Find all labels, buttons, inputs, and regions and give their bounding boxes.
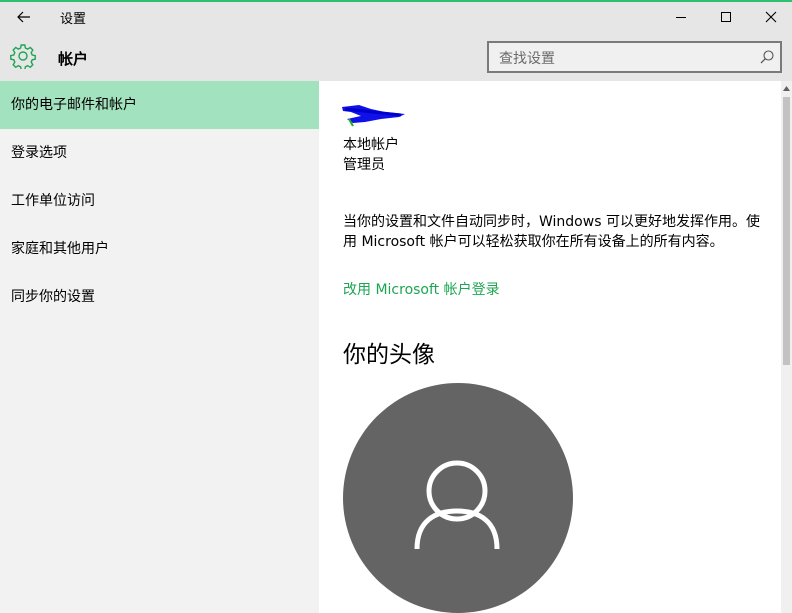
microsoft-signin-link[interactable]: 改用 Microsoft 帐户登录 — [343, 279, 500, 299]
sidebar-item-email-accounts[interactable]: 你的电子邮件和帐户 — [0, 81, 319, 129]
sidebar-item-family-users[interactable]: 家庭和其他用户 — [0, 225, 319, 273]
sidebar: 你的电子邮件和帐户 登录选项 工作单位访问 家庭和其他用户 同步你的设置 — [0, 81, 319, 613]
page-header: 帐户 查找设置 — [0, 32, 792, 81]
sidebar-item-sign-in-options[interactable]: 登录选项 — [0, 129, 319, 177]
maximize-icon — [721, 12, 731, 22]
main-content: 本地帐户 管理员 当你的设置和文件自动同步时，Windows 可以更好地发挥作用… — [319, 81, 781, 613]
scrollbar[interactable] — [781, 81, 792, 613]
sidebar-item-sync-settings[interactable]: 同步你的设置 — [0, 273, 319, 321]
redacted-username — [342, 105, 405, 127]
account-role: 管理员 — [343, 157, 385, 173]
gear-icon — [10, 44, 36, 69]
user-icon — [414, 460, 500, 550]
scrollbar-thumb[interactable] — [783, 97, 790, 365]
back-arrow-icon — [17, 11, 30, 23]
minimize-icon — [676, 17, 686, 18]
maximize-button[interactable] — [703, 2, 749, 32]
avatar — [343, 383, 573, 613]
account-type: 本地帐户 — [343, 137, 399, 153]
scroll-up-button[interactable] — [781, 81, 792, 95]
window-title: 设置 — [60, 12, 87, 27]
chevron-up-icon — [783, 85, 790, 91]
sync-description: 当你的设置和文件自动同步时，Windows 可以更好地发挥作用。使用 Micro… — [343, 214, 760, 250]
page-title: 帐户 — [58, 50, 89, 68]
search-icon[interactable] — [758, 48, 776, 66]
avatar-section-title: 你的头像 — [343, 342, 435, 368]
sidebar-item-work-access[interactable]: 工作单位访问 — [0, 177, 319, 225]
back-button[interactable] — [8, 2, 40, 32]
search-box[interactable]: 查找设置 — [487, 41, 782, 73]
close-icon — [765, 11, 777, 23]
title-bar: 设置 — [0, 2, 792, 32]
close-button[interactable] — [748, 2, 792, 32]
search-input[interactable]: 查找设置 — [499, 48, 555, 68]
minimize-button[interactable] — [658, 2, 704, 32]
